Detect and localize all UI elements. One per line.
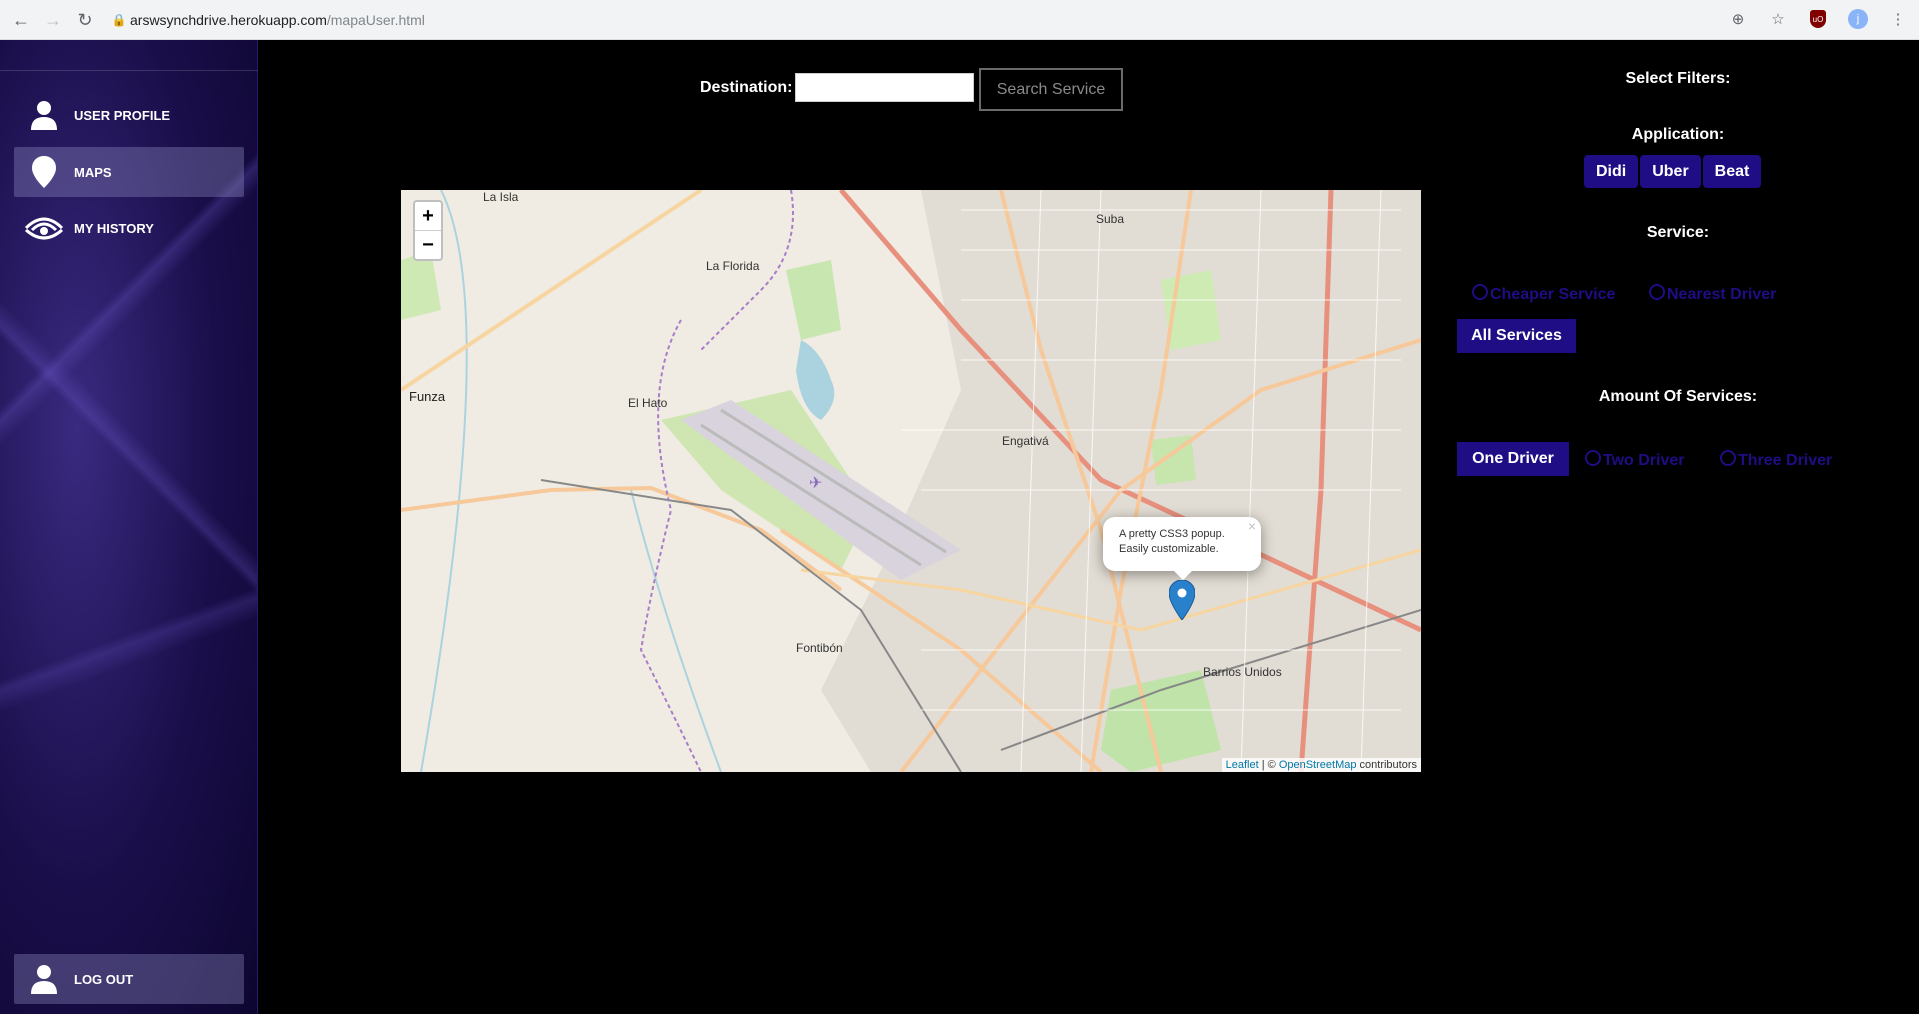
zoom-control: + − (413, 200, 443, 261)
popup-text-line: A pretty CSS3 popup. (1119, 528, 1225, 540)
radio-label: Three Driver (1738, 452, 1833, 469)
osm-link[interactable]: OpenStreetMap (1279, 759, 1357, 771)
destination-label: Destination: (700, 79, 793, 96)
search-service-button[interactable]: Search Service (979, 68, 1123, 111)
map-tiles: ✈ (401, 190, 1421, 772)
user-icon (14, 964, 74, 994)
beat-button[interactable]: Beat (1702, 155, 1762, 188)
radio-circle (1720, 450, 1736, 466)
url-path: /mapaUser.html (326, 12, 425, 28)
reload-icon[interactable]: ↻ (70, 5, 100, 35)
map-place-label: El Hato (628, 396, 668, 410)
nearest-driver-radio[interactable]: Nearest Driver (1649, 284, 1777, 304)
popup-close-icon[interactable]: × (1248, 519, 1256, 534)
kebab-menu-icon[interactable]: ⋮ (1887, 8, 1909, 30)
map-place-label: Fontibón (796, 641, 843, 655)
destination-input[interactable] (795, 73, 974, 102)
map-place-label: La Isla (483, 190, 519, 204)
radio-circle (1585, 450, 1601, 466)
map[interactable]: ✈ + − La Isla La Florida Suba Funza El H… (401, 190, 1421, 772)
profile-avatar[interactable]: j (1847, 8, 1869, 30)
zoom-in-button[interactable]: + (415, 202, 441, 231)
map-place-label: Barrios Unidos (1203, 665, 1282, 679)
uber-button[interactable]: Uber (1640, 155, 1701, 188)
map-attribution: Leaflet | © OpenStreetMap contributors (1221, 758, 1421, 772)
svg-text:✈: ✈ (809, 475, 822, 492)
filters-title: Select Filters: (1625, 70, 1731, 87)
cheaper-service-radio[interactable]: Cheaper Service (1472, 284, 1616, 304)
application-buttons: Didi Uber Beat (1584, 155, 1762, 188)
url-host: arswsynchdrive.herokuapp.com (130, 12, 327, 28)
popup-tip (1173, 570, 1193, 580)
sidebar-item-maps[interactable]: MAPS (14, 147, 244, 197)
map-popup: × A pretty CSS3 popup. Easily customizab… (1103, 517, 1261, 571)
wifi-eye-icon (14, 216, 74, 240)
sidebar-item-user-profile[interactable]: USER PROFILE (14, 90, 244, 140)
attribution-tail: contributors (1356, 759, 1417, 771)
browser-toolbar: ← → ↻ 🔒 arswsynchdrive.herokuapp.com/map… (0, 0, 1919, 40)
back-arrow-icon[interactable]: ← (6, 5, 36, 35)
map-place-label: Suba (1096, 212, 1125, 226)
three-driver-radio[interactable]: Three Driver (1720, 450, 1833, 470)
logout-label: LOG OUT (74, 971, 134, 987)
didi-button[interactable]: Didi (1584, 155, 1639, 188)
sidebar-item-label: USER PROFILE (74, 107, 171, 123)
address-bar[interactable]: 🔒 arswsynchdrive.herokuapp.com/mapaUser.… (108, 6, 1748, 34)
amount-title: Amount Of Services: (1598, 388, 1758, 405)
application-title: Application: (1631, 126, 1725, 143)
radio-circle (1649, 284, 1665, 300)
attribution-separator: | © (1258, 759, 1279, 771)
radio-label: Cheaper Service (1490, 286, 1616, 303)
sidebar-item-label: MY HISTORY (74, 220, 154, 236)
service-title: Service: (1646, 224, 1710, 241)
one-driver-button[interactable]: One Driver (1457, 442, 1569, 476)
location-icon[interactable]: ⊕ (1727, 8, 1749, 30)
radio-label: Two Driver (1603, 452, 1685, 469)
bookmark-star-icon[interactable]: ☆ (1767, 8, 1789, 30)
sidebar-item-my-history[interactable]: MY HISTORY (14, 203, 244, 253)
logout-button[interactable]: LOG OUT (14, 954, 244, 1004)
map-pin-icon (14, 156, 74, 188)
radio-circle (1472, 284, 1488, 300)
leaflet-link[interactable]: Leaflet (1226, 759, 1259, 771)
sidebar: USER PROFILE MAPS MY HISTORY LOG OUT (0, 40, 258, 1014)
lock-icon: 🔒 (111, 13, 127, 27)
map-marker-icon[interactable] (1168, 579, 1196, 625)
zoom-out-button[interactable]: − (415, 231, 441, 260)
map-place-label: Funza (409, 389, 446, 404)
ublock-extension-icon[interactable]: uO (1807, 8, 1829, 30)
user-icon (14, 100, 74, 130)
forward-arrow-icon[interactable]: → (38, 5, 68, 35)
map-place-label: La Florida (706, 259, 760, 273)
two-driver-radio[interactable]: Two Driver (1585, 450, 1685, 470)
popup-text-line: Easily customizable. (1119, 543, 1219, 555)
map-place-label: Engativá (1002, 434, 1049, 448)
radio-label: Nearest Driver (1667, 286, 1777, 303)
all-services-button[interactable]: All Services (1457, 319, 1576, 353)
sidebar-item-label: MAPS (74, 164, 112, 180)
sidebar-divider (0, 70, 258, 71)
